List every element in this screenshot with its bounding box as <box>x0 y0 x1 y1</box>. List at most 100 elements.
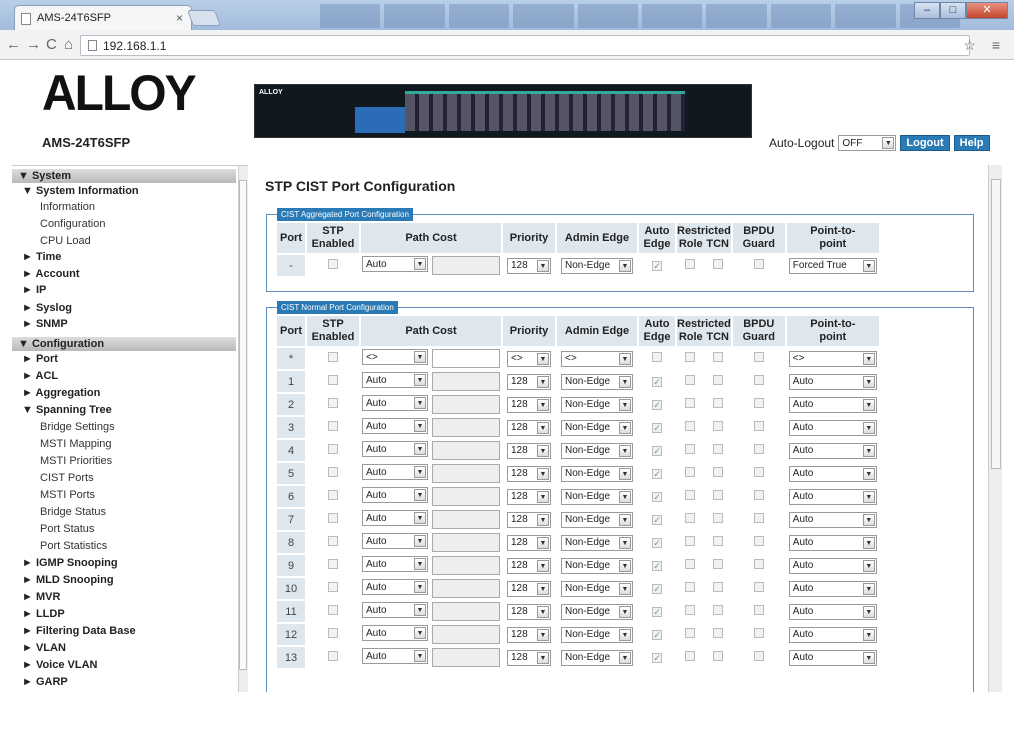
path-cost-input[interactable] <box>432 487 500 506</box>
dropdown-select[interactable]: Auto ▼ <box>788 488 877 505</box>
checkbox[interactable]: ✓ <box>652 537 662 548</box>
checkbox[interactable] <box>328 444 338 454</box>
sidebar-item[interactable]: ► Time <box>22 251 61 263</box>
path-cost-input[interactable] <box>432 349 500 368</box>
dropdown-select[interactable]: Auto ▼ <box>362 256 428 272</box>
checkbox[interactable] <box>753 513 764 523</box>
sidebar-item[interactable]: ► Port <box>22 353 58 365</box>
checkbox[interactable] <box>712 259 723 269</box>
dropdown-select[interactable]: Auto ▼ <box>362 602 428 618</box>
checkbox[interactable]: ✓ <box>652 652 662 663</box>
checkbox[interactable]: ✓ <box>652 606 662 617</box>
main-scrollbar[interactable] <box>988 165 1002 692</box>
checkbox[interactable] <box>712 398 723 408</box>
dropdown-select[interactable]: Auto ▼ <box>788 511 877 528</box>
checkbox[interactable] <box>328 375 338 385</box>
checkbox[interactable]: ✓ <box>652 629 662 640</box>
sidebar-item[interactable]: CIST Ports <box>40 472 94 484</box>
sidebar-item[interactable]: ► LLDP <box>22 608 65 620</box>
path-cost-input[interactable] <box>432 556 500 575</box>
checkbox[interactable] <box>328 513 338 523</box>
dropdown-select[interactable]: Auto ▼ <box>362 441 428 457</box>
path-cost-input[interactable] <box>432 372 500 391</box>
checkbox[interactable]: ✓ <box>652 491 662 502</box>
checkbox[interactable] <box>712 375 723 385</box>
checkbox[interactable] <box>753 582 764 592</box>
sidebar-item[interactable]: ▼ System Information <box>22 185 139 197</box>
checkbox[interactable] <box>684 605 695 615</box>
dropdown-select[interactable]: Auto ▼ <box>788 557 877 574</box>
checkbox[interactable]: ✓ <box>652 260 662 271</box>
checkbox[interactable] <box>712 421 723 431</box>
checkbox[interactable] <box>684 398 695 408</box>
sidebar-item[interactable]: ► GARP <box>22 676 68 688</box>
path-cost-input[interactable] <box>432 464 500 483</box>
checkbox[interactable] <box>753 259 764 269</box>
dropdown-select[interactable]: <> ▼ <box>561 350 633 367</box>
sidebar-item[interactable]: ► Filtering Data Base <box>22 625 136 637</box>
dropdown-select[interactable]: 128 ▼ <box>507 373 551 390</box>
checkbox[interactable]: ✓ <box>652 468 662 479</box>
sidebar-item[interactable]: Information <box>40 201 95 213</box>
sidebar-item[interactable]: ► Account <box>22 268 80 280</box>
checkbox[interactable] <box>328 559 338 569</box>
sidebar-item[interactable]: CPU Load <box>40 235 91 247</box>
dropdown-select[interactable]: Auto ▼ <box>788 626 877 643</box>
checkbox[interactable] <box>712 582 723 592</box>
checkbox[interactable] <box>652 352 662 362</box>
checkbox[interactable] <box>753 536 764 546</box>
dropdown-select[interactable]: Auto ▼ <box>788 465 877 482</box>
sidebar-scrollbar[interactable] <box>238 166 248 692</box>
dropdown-select[interactable]: 128 ▼ <box>507 396 551 413</box>
auto-logout-select[interactable]: OFF ▼ <box>838 135 897 151</box>
path-cost-input[interactable] <box>432 256 500 275</box>
dropdown-select[interactable]: 128 ▼ <box>507 626 551 643</box>
checkbox[interactable] <box>684 490 695 500</box>
dropdown-select[interactable]: Auto ▼ <box>362 510 428 526</box>
new-tab-button[interactable] <box>187 10 221 26</box>
maximize-icon[interactable]: □ <box>940 2 966 19</box>
checkbox[interactable] <box>712 605 723 615</box>
checkbox[interactable] <box>753 628 764 638</box>
path-cost-input[interactable] <box>432 418 500 437</box>
dropdown-select[interactable]: Non-Edge ▼ <box>561 396 633 413</box>
dropdown-select[interactable]: Auto ▼ <box>788 419 877 436</box>
dropdown-select[interactable]: Forced True ▼ <box>788 257 877 274</box>
checkbox[interactable] <box>328 582 338 592</box>
dropdown-select[interactable]: Auto ▼ <box>362 395 428 411</box>
checkbox[interactable] <box>753 352 764 362</box>
sidebar-item[interactable]: ▼ Configuration <box>12 337 236 351</box>
reload-icon[interactable]: C <box>46 36 57 53</box>
checkbox[interactable] <box>684 421 695 431</box>
checkbox[interactable]: ✓ <box>652 583 662 594</box>
dropdown-select[interactable]: Auto ▼ <box>362 625 428 641</box>
dropdown-select[interactable]: Non-Edge ▼ <box>561 557 633 574</box>
checkbox[interactable] <box>712 628 723 638</box>
checkbox[interactable] <box>712 536 723 546</box>
dropdown-select[interactable]: Auto ▼ <box>788 373 877 390</box>
sidebar-item[interactable]: ► Aggregation <box>22 387 100 399</box>
dropdown-select[interactable]: Auto ▼ <box>788 534 877 551</box>
checkbox[interactable] <box>712 467 723 477</box>
checkbox[interactable]: ✓ <box>652 376 662 387</box>
dropdown-select[interactable]: 128 ▼ <box>507 419 551 436</box>
sidebar-item[interactable]: ▼ System <box>12 169 236 183</box>
checkbox[interactable] <box>328 651 338 661</box>
help-button[interactable]: Help <box>953 135 990 151</box>
checkbox[interactable] <box>684 467 695 477</box>
dropdown-select[interactable]: Auto ▼ <box>788 396 877 413</box>
dropdown-select[interactable]: Non-Edge ▼ <box>561 465 633 482</box>
sidebar-item[interactable]: ► MLD Snooping <box>22 574 114 586</box>
dropdown-select[interactable]: Non-Edge ▼ <box>561 511 633 528</box>
dropdown-select[interactable]: Auto ▼ <box>362 533 428 549</box>
dropdown-select[interactable]: Auto ▼ <box>362 487 428 503</box>
dropdown-select[interactable]: 128 ▼ <box>507 580 551 597</box>
home-icon[interactable]: ⌂ <box>64 36 73 53</box>
browser-tab[interactable]: AMS-24T6SFP × <box>14 5 192 30</box>
checkbox[interactable] <box>328 490 338 500</box>
sidebar-item[interactable]: ► MVR <box>22 591 60 603</box>
dropdown-select[interactable]: Auto ▼ <box>362 579 428 595</box>
checkbox[interactable] <box>753 444 764 454</box>
sidebar-item[interactable]: MSTI Priorities <box>40 455 112 467</box>
forward-icon[interactable]: → <box>26 36 41 53</box>
